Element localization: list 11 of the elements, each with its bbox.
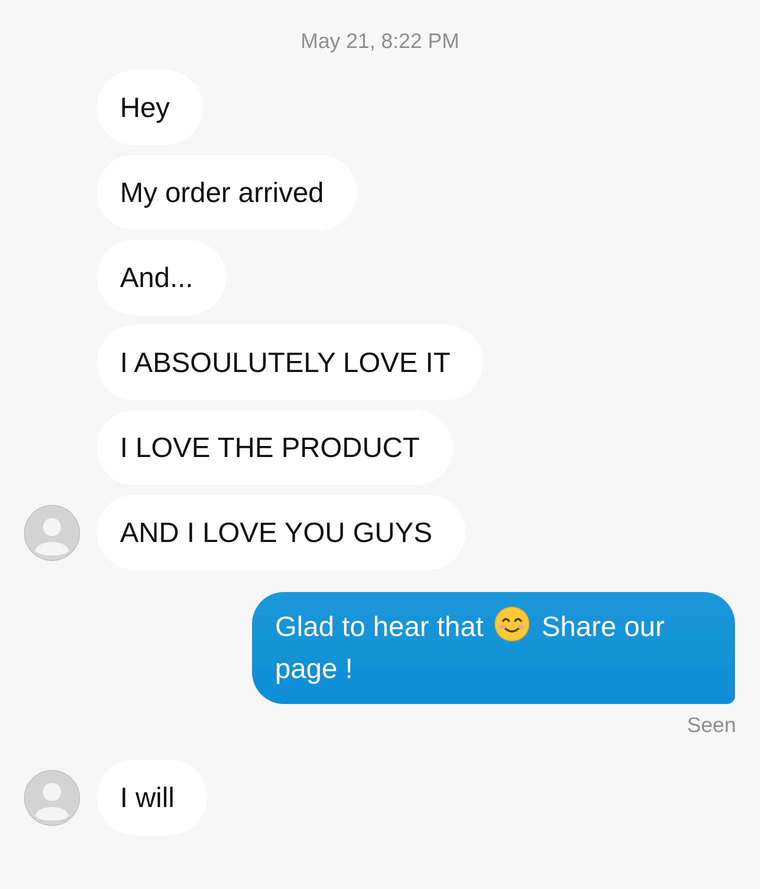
message-bubble: AND I LOVE YOU GUYS xyxy=(97,495,466,570)
message-bubble: Hey xyxy=(97,70,203,145)
message-bubble: My order arrived xyxy=(97,155,357,230)
message-bubble: And... xyxy=(97,240,226,315)
message-bubble: I will xyxy=(97,760,208,835)
message-bubble: I LOVE THE PRODUCT xyxy=(97,410,453,485)
message-bubble: I ABSOULUTELY LOVE IT xyxy=(97,325,484,400)
smiling-face-icon xyxy=(494,606,530,642)
message-bubble: Glad to hear that Share our page ! xyxy=(252,592,735,704)
seen-status: Seen xyxy=(686,714,736,738)
message-timestamp: May 21, 8:22 PM xyxy=(300,30,460,54)
